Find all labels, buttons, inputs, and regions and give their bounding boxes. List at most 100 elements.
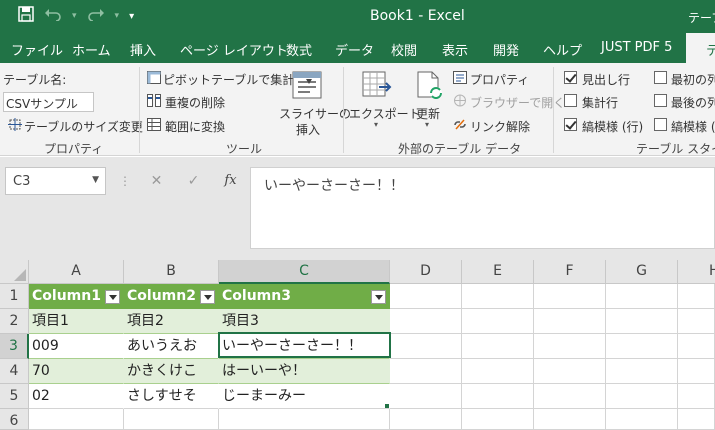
tab-review[interactable]: 校閲 bbox=[391, 40, 417, 59]
pivot-table-button[interactable]: ピボットテーブルで集計 bbox=[163, 71, 294, 88]
grid-cell[interactable] bbox=[462, 334, 534, 359]
table-header-cell[interactable]: Column3 bbox=[219, 284, 390, 309]
table-cell[interactable]: 項目3 bbox=[219, 309, 390, 334]
undo-icon[interactable] bbox=[44, 7, 62, 25]
export-button[interactable]: エクスポート bbox=[349, 105, 421, 122]
redo-dropdown-icon[interactable]: ▾ bbox=[115, 11, 120, 21]
tab-file[interactable]: ファイル bbox=[11, 40, 63, 59]
column-header-f[interactable]: F bbox=[534, 260, 606, 284]
grid-cell[interactable] bbox=[534, 334, 606, 359]
grid-cell[interactable] bbox=[678, 334, 715, 359]
column-header-a[interactable]: A bbox=[29, 260, 124, 284]
slicer-button-line1[interactable]: スライサーの bbox=[279, 105, 351, 122]
tab-data[interactable]: データ bbox=[335, 40, 374, 59]
grid-cell[interactable] bbox=[390, 309, 462, 334]
column-header-d[interactable]: D bbox=[390, 260, 462, 284]
tab-page-layout[interactable]: ページ レイアウト bbox=[180, 40, 288, 59]
worksheet-grid[interactable]: A B C D E F G H 1 2 3 4 5 6 Column1 Colu… bbox=[0, 260, 715, 430]
tab-formulas[interactable]: 数式 bbox=[286, 40, 312, 59]
banded-columns-checkbox[interactable] bbox=[654, 118, 667, 131]
grid-cell[interactable] bbox=[462, 284, 534, 309]
slicer-button-line2[interactable]: 挿入 bbox=[296, 121, 320, 138]
first-column-checkbox[interactable] bbox=[654, 71, 667, 84]
table-cell[interactable]: 009 bbox=[29, 334, 124, 359]
table-cell[interactable]: 02 bbox=[29, 384, 124, 409]
tab-just-pdf[interactable]: JUST PDF 5 bbox=[601, 40, 672, 55]
grid-cell[interactable] bbox=[534, 359, 606, 384]
row-header-6[interactable]: 6 bbox=[0, 409, 29, 430]
column-header-h[interactable]: H bbox=[678, 260, 715, 284]
last-column-checkbox[interactable] bbox=[654, 94, 667, 107]
resize-table-button[interactable]: テーブルのサイズ変更 bbox=[24, 118, 143, 135]
grid-cell[interactable] bbox=[606, 359, 678, 384]
refresh-dropdown-icon[interactable]: ▾ bbox=[425, 120, 429, 129]
filter-dropdown-icon[interactable] bbox=[371, 290, 386, 304]
table-header-cell[interactable]: Column2 bbox=[124, 284, 219, 309]
table-name-input[interactable]: CSVサンプル bbox=[3, 92, 94, 112]
unlink-button[interactable]: リンク解除 bbox=[470, 118, 530, 135]
table-cell[interactable]: さしすせそ bbox=[124, 384, 219, 409]
column-header-b[interactable]: B bbox=[124, 260, 219, 284]
table-cell[interactable]: はーいーや！ bbox=[219, 359, 390, 384]
tab-help[interactable]: ヘルプ bbox=[543, 40, 582, 59]
grid-cell[interactable] bbox=[390, 409, 462, 430]
column-header-e[interactable]: E bbox=[462, 260, 534, 284]
grid-cell[interactable] bbox=[606, 409, 678, 430]
table-cell[interactable]: 項目2 bbox=[124, 309, 219, 334]
grid-cell[interactable] bbox=[534, 409, 606, 430]
grid-cell[interactable] bbox=[606, 384, 678, 409]
select-all-button[interactable] bbox=[0, 260, 29, 284]
insert-function-icon[interactable]: fx bbox=[212, 173, 249, 189]
grid-cell[interactable] bbox=[124, 409, 219, 430]
filter-dropdown-icon[interactable] bbox=[200, 290, 215, 304]
name-box[interactable]: C3 ▼ bbox=[5, 167, 106, 195]
tab-home[interactable]: ホーム bbox=[72, 40, 111, 59]
table-header-cell[interactable]: Column1 bbox=[29, 284, 124, 309]
grid-cell[interactable] bbox=[390, 284, 462, 309]
row-header-4[interactable]: 4 bbox=[0, 359, 29, 384]
table-resize-handle[interactable] bbox=[385, 404, 389, 408]
convert-to-range-button[interactable]: 範囲に変換 bbox=[165, 118, 225, 135]
grid-cell[interactable] bbox=[462, 309, 534, 334]
row-header-1[interactable]: 1 bbox=[0, 284, 29, 309]
grid-cell[interactable] bbox=[534, 309, 606, 334]
grid-cell[interactable] bbox=[29, 409, 124, 430]
tab-insert[interactable]: 挿入 bbox=[130, 40, 156, 59]
formula-input[interactable]: いーやーさーさー！！ bbox=[250, 167, 715, 249]
redo-icon[interactable] bbox=[87, 7, 105, 25]
properties-button[interactable]: プロパティ bbox=[470, 71, 529, 88]
banded-rows-checkbox[interactable] bbox=[564, 118, 577, 131]
header-row-checkbox[interactable] bbox=[564, 71, 577, 84]
tab-view[interactable]: 表示 bbox=[442, 40, 468, 59]
grid-cell[interactable] bbox=[678, 409, 715, 430]
tab-table-design[interactable]: テ bbox=[686, 33, 715, 63]
grid-cell[interactable] bbox=[678, 284, 715, 309]
total-row-checkbox[interactable] bbox=[564, 94, 577, 107]
table-cell[interactable]: いーやーさーさー！！ bbox=[219, 334, 390, 359]
grid-cell[interactable] bbox=[462, 409, 534, 430]
grid-cell[interactable] bbox=[678, 384, 715, 409]
open-in-browser-button[interactable]: ブラウザーで開く bbox=[470, 94, 565, 111]
row-header-3[interactable]: 3 bbox=[0, 334, 29, 359]
chevron-down-icon[interactable]: ▾ bbox=[129, 11, 134, 22]
grid-cell[interactable] bbox=[678, 309, 715, 334]
undo-dropdown-icon[interactable]: ▾ bbox=[72, 11, 77, 21]
row-header-5[interactable]: 5 bbox=[0, 384, 29, 409]
grid-cell[interactable] bbox=[390, 359, 462, 384]
grid-cell[interactable] bbox=[606, 284, 678, 309]
filter-dropdown-icon[interactable] bbox=[105, 290, 120, 304]
grid-cell[interactable] bbox=[462, 384, 534, 409]
table-cell[interactable]: あいうえお bbox=[124, 334, 219, 359]
enter-icon[interactable]: ✓ bbox=[175, 173, 212, 189]
table-cell[interactable]: じーまーみー bbox=[219, 384, 390, 409]
row-header-2[interactable]: 2 bbox=[0, 309, 29, 334]
table-cell[interactable]: かきくけこ bbox=[124, 359, 219, 384]
chevron-down-icon[interactable]: ▼ bbox=[92, 175, 99, 185]
grid-cell[interactable] bbox=[390, 384, 462, 409]
grid-cell[interactable] bbox=[462, 359, 534, 384]
grid-cell[interactable] bbox=[534, 384, 606, 409]
cancel-icon[interactable]: ✕ bbox=[138, 173, 175, 189]
grid-cell[interactable] bbox=[606, 334, 678, 359]
grid-cell[interactable] bbox=[534, 284, 606, 309]
tab-developer[interactable]: 開発 bbox=[493, 40, 519, 59]
